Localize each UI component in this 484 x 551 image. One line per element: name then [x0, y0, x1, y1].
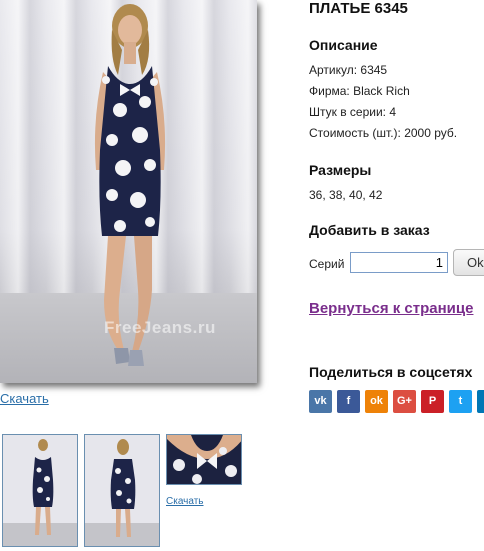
download-photo-link[interactable]: Скачать [0, 391, 49, 406]
qty-label: Серий [309, 257, 345, 271]
article-text: Артикул: 6345 [309, 63, 388, 77]
sizes-heading: Размеры [309, 162, 372, 178]
thumbnail-front[interactable] [2, 434, 78, 547]
odnoklassniki-icon[interactable]: ok [365, 390, 388, 413]
twitter-icon[interactable]: t [449, 390, 472, 413]
facebook-icon[interactable]: f [337, 390, 360, 413]
thumbnail-detail[interactable] [166, 434, 242, 485]
ok-button[interactable]: Ok [453, 249, 484, 276]
thumbnail-back[interactable] [84, 434, 160, 547]
watermark: FreeJeans.ru [104, 318, 216, 337]
share-heading: Поделиться в соцсетях [309, 364, 473, 380]
pieces-text: Штук в серии: 4 [309, 105, 397, 119]
back-to-page-link[interactable]: Вернуться к странице [309, 300, 473, 317]
download-thumbnail-link[interactable]: Скачать [166, 496, 204, 507]
thumbnail-detail-image [167, 435, 241, 484]
product-title: ПЛАТЬЕ 6345 [309, 0, 408, 17]
brand-text: Фирма: Black Rich [309, 84, 410, 98]
qty-input[interactable] [350, 252, 448, 273]
thumbnail-back-image [85, 435, 159, 546]
product-main-photo[interactable]: FreeJeans.ru [0, 0, 257, 383]
vk-icon[interactable]: vk [309, 390, 332, 413]
pinterest-icon[interactable]: P [421, 390, 444, 413]
linkedin-icon[interactable]: in [477, 390, 484, 413]
order-heading: Добавить в заказ [309, 222, 430, 238]
google-plus-icon[interactable]: G+ [393, 390, 416, 413]
price-text: Стоимость (шт.): 2000 руб. [309, 126, 458, 140]
description-heading: Описание [309, 37, 378, 53]
sizes-values: 36, 38, 40, 42 [309, 188, 383, 202]
thumbnail-front-image [3, 435, 77, 546]
